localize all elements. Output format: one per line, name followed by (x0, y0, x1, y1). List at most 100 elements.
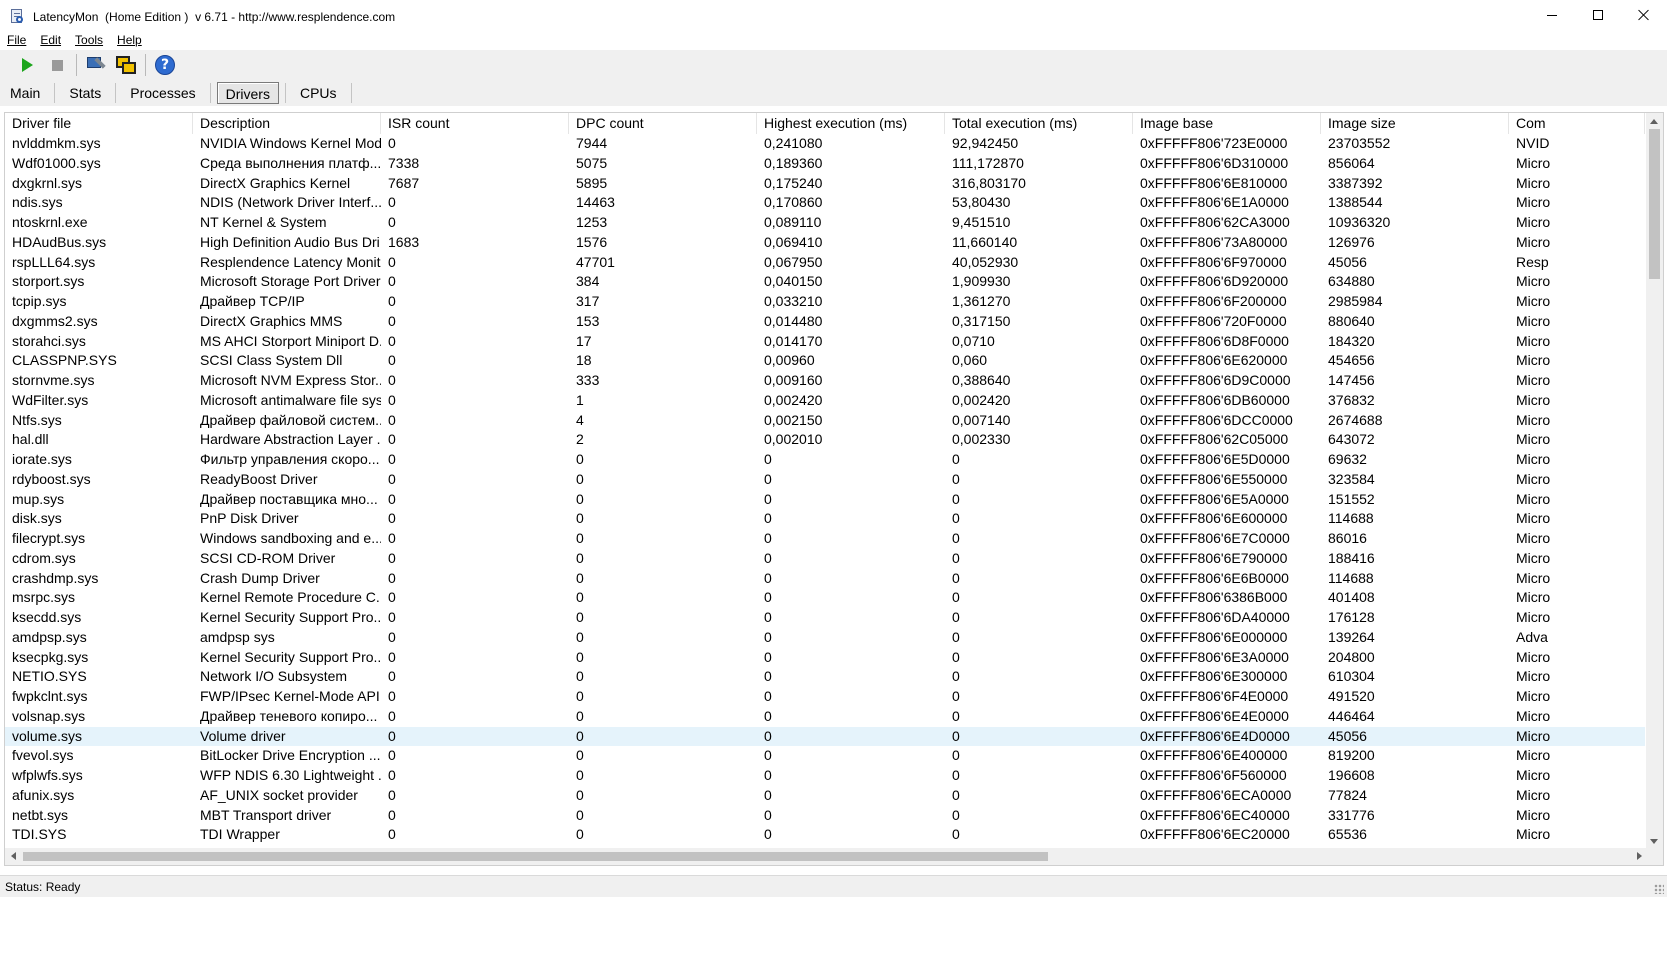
col-driver-file-header[interactable]: Driver file (5, 113, 193, 134)
drivers-table[interactable]: Driver file Description ISR count DPC count… (4, 112, 1664, 866)
table-row[interactable]: amdpsp.sys amdpsp sys 0 0 0 0 0xFFFFF806'6E000… (5, 628, 1645, 648)
maximize-button[interactable] (1575, 0, 1621, 30)
description-cell: Microsoft NVM Express Stor... (200, 372, 381, 388)
driver-file-cell: dxgmms2.sys (12, 312, 98, 329)
dpc-count-cell: 0 (576, 747, 584, 764)
stop-button[interactable] (42, 52, 72, 78)
table-row[interactable]: storahci.sys MS AHCI Storport Miniport D.… (5, 332, 1645, 352)
tab-drivers[interactable]: Drivers (216, 82, 279, 104)
image-size-cell: 204800 (1328, 648, 1375, 665)
driver-file-cell: ndis.sys (12, 194, 63, 211)
col-image-base-header[interactable]: Image base (1133, 113, 1321, 134)
menu-help[interactable]: Help (117, 33, 142, 47)
table-row[interactable]: filecrypt.sys Windows sandboxing and e...… (5, 529, 1645, 549)
table-row[interactable]: ntoskrnl.exe NT Kernel & System 0 1253 0,089… (5, 213, 1645, 233)
dpc-count-cell: 7944 (576, 135, 608, 151)
col-dpc-count-header[interactable]: DPC count (569, 113, 757, 134)
table-row[interactable]: ndis.sys NDIS (Network Driver Interf... 0 1… (5, 193, 1645, 213)
table-row[interactable]: ksecpkg.sys Kernel Security Support Pro..… (5, 648, 1645, 668)
scroll-down-arrow-icon[interactable] (1650, 839, 1658, 844)
menu-edit[interactable]: Edit (40, 33, 61, 47)
horizontal-scroll-thumb[interactable] (23, 852, 1048, 861)
col-total-execution-header[interactable]: Total execution (ms) (945, 113, 1133, 134)
col-highest-execution-header[interactable]: Highest execution (ms) (757, 113, 945, 134)
table-row[interactable]: hal.dll Hardware Abstraction Layer ... 0 2 0… (5, 430, 1645, 450)
isr-count-cell: 0 (388, 727, 396, 744)
table-row[interactable]: fvevol.sys BitLocker Drive Encryption ...… (5, 746, 1645, 766)
table-row[interactable]: crashdmp.sys Crash Dump Driver 0 0 0 0 0xFFFFF… (5, 569, 1645, 589)
company-cell: Micro (1516, 530, 1551, 546)
table-row[interactable]: stornvme.sys Microsoft NVM Express Stor..… (5, 371, 1645, 391)
table-row[interactable]: rspLLL64.sys Resplendence Latency Monit..… (5, 253, 1645, 273)
table-row[interactable]: cdrom.sys SCSI CD-ROM Driver 0 0 0 0 0xFFFFF80… (5, 549, 1645, 569)
tab-stats[interactable]: Stats (61, 82, 109, 104)
close-button[interactable] (1621, 0, 1667, 30)
table-row[interactable]: volume.sys Volume driver 0 0 0 0 0xFFFFF806'6E… (5, 726, 1645, 747)
driver-file-cell: HDAudBus.sys (12, 233, 107, 250)
col-image-size-header[interactable]: Image size (1321, 113, 1509, 134)
table-row[interactable]: NETIO.SYS Network I/O Subsystem 0 0 0 0 0xFFFF… (5, 667, 1645, 687)
table-row[interactable]: disk.sys PnP Disk Driver 0 0 0 0 0xFFFFF806'6E… (5, 509, 1645, 529)
table-row[interactable]: CLASSPNP.SYS SCSI Class System Dll 0 18 0,00… (5, 351, 1645, 371)
table-row[interactable]: dxgkrnl.sys DirectX Graphics Kernel 7687 58… (5, 174, 1645, 194)
total-execution-cell: 1,361270 (952, 293, 1011, 309)
image-size-cell: 610304 (1328, 668, 1375, 685)
table-row[interactable]: wfplwfs.sys WFP NDIS 6.30 Lightweight ...… (5, 766, 1645, 786)
table-row[interactable]: iorate.sys Фильтр управления скоро... 0 0 0 0… (5, 450, 1645, 470)
col-isr-count-header[interactable]: ISR count (381, 113, 569, 134)
table-row[interactable]: ksecdd.sys Kernel Security Support Pro...… (5, 608, 1645, 628)
start-button[interactable] (12, 52, 42, 78)
dpc-count-cell: 0 (576, 707, 584, 724)
tab-processes[interactable]: Processes (122, 82, 203, 104)
company-cell: Micro (1516, 154, 1551, 171)
table-row[interactable]: WdFilter.sys Microsoft antimalware file s… (5, 391, 1645, 411)
table-row[interactable]: Wdf01000.sys Среда выполнения платф... 733… (5, 154, 1645, 174)
company-cell: Resp (1516, 253, 1549, 270)
table-row[interactable]: msrpc.sys Kernel Remote Procedure C... 0 0 0… (5, 588, 1645, 608)
tab-separator (350, 83, 352, 103)
dpc-count-cell: 17 (576, 332, 592, 349)
minimize-button[interactable] (1529, 0, 1575, 30)
tab-separator (284, 83, 286, 103)
vertical-scrollbar[interactable] (1646, 113, 1663, 850)
table-row[interactable]: HDAudBus.sys High Definition Audio Bus Dr… (5, 233, 1645, 253)
table-row[interactable]: tcpip.sys Драйвер TCP/IP 0 317 0,033210 1,361… (5, 292, 1645, 312)
window-title: LatencyMon (Home Edition ) v 6.71 - http… (33, 9, 396, 24)
table-row[interactable]: afunix.sys AF_UNIX socket provider 0 0 0 0 0xF… (5, 786, 1645, 806)
tab-main[interactable]: Main (2, 82, 48, 104)
table-row[interactable]: netbt.sys MBT Transport driver 0 0 0 0 0xFFFFF… (5, 806, 1645, 826)
scroll-up-arrow-icon[interactable] (1650, 119, 1658, 124)
scroll-left-arrow-icon[interactable] (11, 852, 16, 860)
table-row[interactable]: fwpkclnt.sys FWP/IPsec Kernel-Mode API 0 0 0… (5, 687, 1645, 707)
company-cell: Micro (1516, 431, 1551, 448)
scroll-right-arrow-icon[interactable] (1637, 852, 1642, 860)
total-execution-cell: 0 (952, 510, 960, 527)
table-row[interactable]: storport.sys Microsoft Storage Port Drive… (5, 272, 1645, 292)
dpc-count-cell: 0 (576, 688, 584, 704)
menu-file[interactable]: File (7, 33, 26, 47)
tab-cpus[interactable]: CPUs (292, 82, 345, 104)
isr-count-cell: 0 (388, 826, 396, 843)
isr-count-cell: 0 (388, 589, 396, 606)
resize-grip-icon[interactable] (1654, 884, 1664, 894)
table-row[interactable]: mup.sys Драйвер поставщика мно... 0 0 0 0 0xFF… (5, 490, 1645, 510)
table-row[interactable]: Ntfs.sys Драйвер файловой систем... 0 4 0,00… (5, 411, 1645, 431)
table-row[interactable]: dxgmms2.sys DirectX Graphics MMS 0 153 0,014… (5, 312, 1645, 332)
vertical-scroll-thumb[interactable] (1649, 129, 1660, 279)
horizontal-scrollbar[interactable] (5, 848, 1648, 865)
col-description-header[interactable]: Description (193, 113, 381, 134)
menu-tools[interactable]: Tools (75, 33, 103, 47)
total-execution-cell: 0,002330 (952, 431, 1011, 448)
windows-button[interactable] (111, 52, 141, 78)
isr-count-cell: 0 (388, 707, 396, 724)
col-company-header[interactable]: Com (1509, 113, 1645, 134)
highest-execution-cell: 0 (764, 589, 772, 606)
table-row[interactable]: volsnap.sys Драйвер теневого копиро... 0 0 0… (5, 707, 1645, 727)
help-button[interactable]: ? (150, 52, 180, 78)
table-row[interactable]: rdyboost.sys ReadyBoost Driver 0 0 0 0 0xFFFFF… (5, 470, 1645, 490)
configure-button[interactable] (81, 52, 111, 78)
image-size-cell: 126976 (1328, 233, 1375, 250)
tab-bar: Main Stats Processes Drivers CPUs (0, 80, 1667, 106)
table-row[interactable]: TDI.SYS TDI Wrapper 0 0 0 0 0xFFFFF806'6EC2000… (5, 825, 1645, 845)
table-row[interactable]: nvlddmkm.sys NVIDIA Windows Kernel Mod...… (5, 134, 1645, 154)
